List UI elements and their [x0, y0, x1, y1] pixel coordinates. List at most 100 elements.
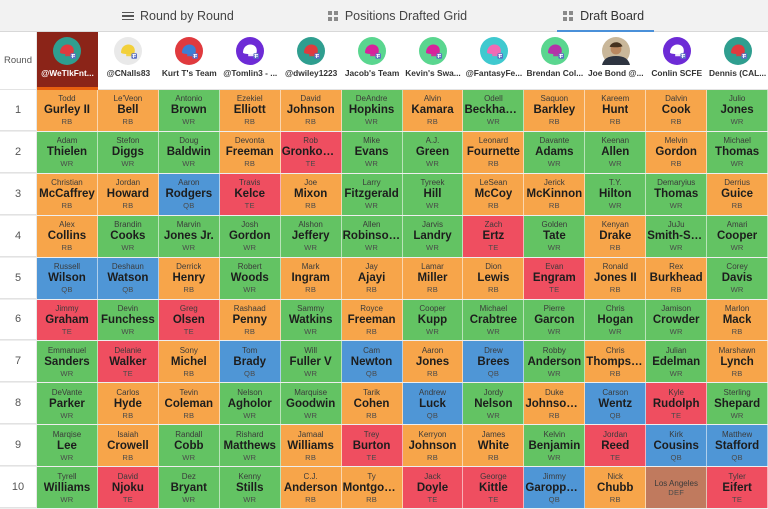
draft-pick-cell[interactable]: Brandin Cooks WR	[97, 215, 159, 257]
draft-pick-cell[interactable]: Marshawn Lynch RB	[707, 341, 768, 383]
draft-pick-cell[interactable]: Russell Wilson QB	[37, 257, 98, 299]
draft-pick-cell[interactable]: Kyle Rudolph TE	[646, 383, 708, 425]
draft-pick-cell[interactable]: Drew Brees QB	[463, 341, 525, 383]
draft-pick-cell[interactable]: Mark Ingram RB	[280, 257, 342, 299]
draft-pick-cell[interactable]: Tom Brady QB	[219, 341, 281, 383]
team-header-8[interactable]: @FantasyFe...	[463, 32, 524, 89]
draft-pick-cell[interactable]: Allen Robinson II WR	[341, 215, 403, 257]
draft-pick-cell[interactable]: Ezekiel Elliott RB	[219, 90, 281, 131]
team-header-1[interactable]: @WeTlkFnt...	[37, 32, 98, 90]
draft-pick-cell[interactable]: Marvin Jones Jr. WR	[158, 215, 220, 257]
draft-pick-cell[interactable]: Nelson Agholor WR	[219, 383, 281, 425]
draft-pick-cell[interactable]: Jerick McKinnon RB	[524, 173, 586, 215]
draft-pick-cell[interactable]: Dez Bryant WR	[158, 467, 220, 509]
draft-pick-cell[interactable]: Le'Veon Bell RB	[97, 90, 159, 131]
team-header-12[interactable]: Dennis (CAL...	[707, 32, 768, 89]
draft-pick-cell[interactable]: Derrius Guice RB	[707, 173, 768, 215]
draft-pick-cell[interactable]: Jimmy Graham TE	[37, 299, 98, 341]
draft-pick-cell[interactable]: Royce Freeman RB	[341, 299, 403, 341]
team-header-7[interactable]: Kevin's Swa...	[403, 32, 464, 89]
draft-pick-cell[interactable]: Ty Montgom... RB	[341, 467, 403, 509]
draft-pick-cell[interactable]: Carson Wentz QB	[585, 383, 647, 425]
draft-pick-cell[interactable]: Demaryius Thomas WR	[646, 173, 708, 215]
draft-pick-cell[interactable]: Julio Jones WR	[707, 90, 768, 131]
draft-pick-cell[interactable]: James White RB	[463, 425, 525, 467]
draft-pick-cell[interactable]: Nick Chubb RB	[585, 467, 647, 509]
draft-pick-cell[interactable]: Jack Doyle TE	[402, 467, 464, 509]
draft-pick-cell[interactable]: Jamaal Williams RB	[280, 425, 342, 467]
draft-pick-cell[interactable]: Rex Burkhead RB	[646, 257, 708, 299]
draft-pick-cell[interactable]: Lamar Miller RB	[402, 257, 464, 299]
draft-pick-cell[interactable]: Matthew Stafford QB	[707, 425, 768, 467]
draft-pick-cell[interactable]: Trey Burton TE	[341, 425, 403, 467]
draft-pick-cell[interactable]: Deshaun Watson QB	[97, 257, 159, 299]
draft-pick-cell[interactable]: LeSean McCoy RB	[463, 173, 525, 215]
draft-pick-cell[interactable]: Keenan Allen WR	[585, 131, 647, 173]
draft-pick-cell[interactable]: Saquon Barkley RB	[524, 90, 586, 131]
draft-pick-cell[interactable]: Cooper Kupp WR	[402, 299, 464, 341]
draft-pick-cell[interactable]: Larry Fitzgerald WR	[341, 173, 403, 215]
draft-pick-cell[interactable]: Odell Beckham ... WR	[463, 90, 525, 131]
draft-pick-cell[interactable]: Adam Thielen WR	[37, 131, 98, 173]
draft-pick-cell[interactable]: DeAndre Hopkins WR	[341, 90, 403, 131]
draft-pick-cell[interactable]: Alex Collins RB	[37, 215, 98, 257]
draft-pick-cell[interactable]: Aaron Jones RB	[402, 341, 464, 383]
draft-pick-cell[interactable]: Sterling Shepard WR	[707, 383, 768, 425]
draft-pick-cell[interactable]: Isaiah Crowell RB	[97, 425, 159, 467]
draft-pick-cell[interactable]: Tyreek Hill WR	[402, 173, 464, 215]
team-header-3[interactable]: Kurt T's Team	[159, 32, 220, 89]
draft-pick-cell[interactable]: Evan Engram TE	[524, 257, 586, 299]
draft-pick-cell[interactable]: Derrick Henry RB	[158, 257, 220, 299]
draft-pick-cell[interactable]: Aaron Rodgers QB	[158, 173, 220, 215]
draft-pick-cell[interactable]: Kerryon Johnson RB	[402, 425, 464, 467]
draft-pick-cell[interactable]: Delanie Walker TE	[97, 341, 159, 383]
draft-pick-cell[interactable]: Devonta Freeman RB	[219, 131, 281, 173]
draft-pick-cell[interactable]: Stefon Diggs WR	[97, 131, 159, 173]
draft-pick-cell[interactable]: Chris Hogan WR	[585, 299, 647, 341]
draft-pick-cell[interactable]: Jordy Nelson WR	[463, 383, 525, 425]
draft-pick-cell[interactable]: Jarvis Landry WR	[402, 215, 464, 257]
draft-pick-cell[interactable]: Rishard Matthews WR	[219, 425, 281, 467]
draft-pick-cell[interactable]: Zach Ertz TE	[463, 215, 525, 257]
draft-pick-cell[interactable]: Kelvin Benjamin WR	[524, 425, 586, 467]
tab-round-by-round[interactable]: Round by Round	[122, 0, 268, 32]
draft-pick-cell[interactable]: Rashaad Penny RB	[219, 299, 281, 341]
draft-pick-cell[interactable]: Michael Thomas WR	[707, 131, 768, 173]
draft-pick-cell[interactable]: Corey Davis WR	[707, 257, 768, 299]
draft-pick-cell[interactable]: Marlon Mack RB	[707, 299, 768, 341]
team-header-5[interactable]: @dwiley1223	[281, 32, 342, 89]
draft-pick-cell[interactable]: Marqise Lee WR	[37, 425, 98, 467]
draft-pick-cell[interactable]: Golden Tate WR	[524, 215, 586, 257]
tab-draft-board[interactable]: Draft Board	[557, 0, 678, 32]
draft-pick-cell[interactable]: Dalvin Cook RB	[646, 90, 708, 131]
draft-pick-cell[interactable]: David Johnson RB	[280, 90, 342, 131]
draft-pick-cell[interactable]: Leonard Fournette RB	[463, 131, 525, 173]
draft-pick-cell[interactable]: Sony Michel RB	[158, 341, 220, 383]
draft-pick-cell[interactable]: Tevin Coleman RB	[158, 383, 220, 425]
draft-pick-cell[interactable]: Randall Cobb WR	[158, 425, 220, 467]
draft-pick-cell[interactable]: Jamison Crowder WR	[646, 299, 708, 341]
draft-pick-cell[interactable]: RobGronkowskiTE	[280, 131, 342, 173]
draft-pick-cell[interactable]: JuJu Smith-Sc... WR	[646, 215, 708, 257]
draft-pick-cell[interactable]: DeVante Parker WR	[37, 383, 98, 425]
draft-pick-cell[interactable]: Melvin Gordon RB	[646, 131, 708, 173]
draft-pick-cell[interactable]: Dion Lewis RB	[463, 257, 525, 299]
team-header-9[interactable]: Brendan Col...	[524, 32, 585, 89]
draft-pick-cell[interactable]: Emmanuel Sanders WR	[37, 341, 98, 383]
draft-pick-cell[interactable]: Kenny Stills WR	[219, 467, 281, 509]
draft-pick-cell[interactable]: Alvin Kamara RB	[402, 90, 464, 131]
draft-pick-cell[interactable]: Ronald Jones II RB	[585, 257, 647, 299]
draft-pick-cell[interactable]: Robby Anderson WR	[524, 341, 586, 383]
draft-pick-cell[interactable]: Devin Funchess WR	[97, 299, 159, 341]
team-header-11[interactable]: Conlin SCFE	[646, 32, 707, 89]
draft-pick-cell[interactable]: Andrew Luck QB	[402, 383, 464, 425]
draft-pick-cell[interactable]: Chris Thompson RB	[585, 341, 647, 383]
draft-pick-cell[interactable]: Alshon Jeffery WR	[280, 215, 342, 257]
draft-pick-cell[interactable]: Tyrell Williams WR	[37, 467, 98, 509]
draft-pick-cell[interactable]: Los Angeles DEF	[646, 467, 708, 509]
draft-pick-cell[interactable]: Joe Mixon RB	[280, 173, 342, 215]
draft-pick-cell[interactable]: Carlos Hyde RB	[97, 383, 159, 425]
draft-pick-cell[interactable]: Tyler Eifert TE	[707, 467, 768, 509]
draft-pick-cell[interactable]: Kareem Hunt RB	[585, 90, 647, 131]
draft-pick-cell[interactable]: Jordan Howard RB	[97, 173, 159, 215]
